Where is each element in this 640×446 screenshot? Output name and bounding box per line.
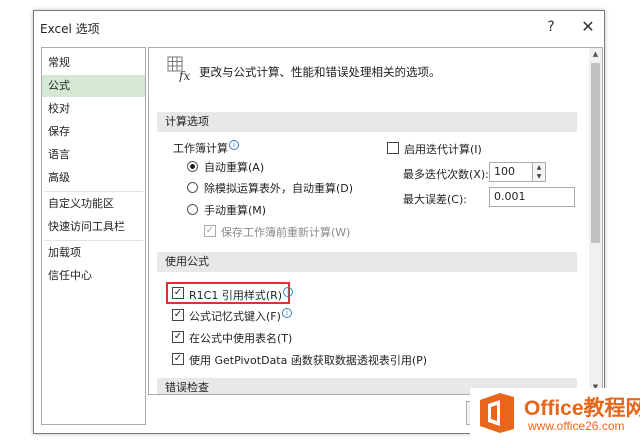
getpivotdata-label[interactable]: 使用 GetPivotData 函数获取数据透视表引用(P) xyxy=(189,352,427,368)
section-working-with-formulas: 使用公式 xyxy=(157,252,577,272)
watermark-title: Office教程网 xyxy=(524,397,640,420)
radio-automatic-except-tables[interactable] xyxy=(187,182,198,193)
sidebar-item-language[interactable]: 语言 xyxy=(42,144,145,166)
radio-automatic-except-tables-label[interactable]: 除模拟运算表外，自动重算(D) xyxy=(204,180,353,196)
sidebar-item-save[interactable]: 保存 xyxy=(42,121,145,143)
workbook-calc-text: 工作簿计算 xyxy=(173,142,228,155)
checkbox-iterative-calc[interactable] xyxy=(387,142,399,154)
radio-manual-label[interactable]: 手动重算(M) xyxy=(204,202,266,218)
dialog-title: Excel 选项 xyxy=(40,22,100,36)
title-bar: Excel 选项 ? ✕ xyxy=(34,11,604,45)
options-sidebar: 常规 公式 校对 保存 语言 高级 自定义功能区 快速访问工具栏 加载项 信任中… xyxy=(41,47,146,425)
formula-icon-text: fx xyxy=(178,69,190,82)
r1c1-text: R1C1 引用样式(R) xyxy=(189,289,283,302)
page-header: 更改与公式计算、性能和错误处理相关的选项。 xyxy=(199,65,441,79)
max-iterations-label: 最多迭代次数(X): xyxy=(403,168,489,181)
max-iterations-spinner[interactable]: ▲ ▼ xyxy=(532,162,546,182)
checkbox-r1c1[interactable]: ✓ xyxy=(172,287,184,299)
close-button[interactable]: ✕ xyxy=(578,18,598,36)
formula-autocomplete-label[interactable]: 公式记忆式键入(F) i xyxy=(189,308,292,324)
sidebar-divider xyxy=(44,191,143,192)
scroll-up-icon[interactable]: ▲ xyxy=(589,48,602,61)
formula-autocomplete-text: 公式记忆式键入(F) xyxy=(189,310,281,323)
sidebar-item-customize-ribbon[interactable]: 自定义功能区 xyxy=(42,193,145,215)
checkbox-getpivotdata[interactable]: ✓ xyxy=(172,353,184,365)
sidebar-item-advanced[interactable]: 高级 xyxy=(42,167,145,189)
info-icon: i xyxy=(229,140,239,150)
sidebar-item-general[interactable]: 常规 xyxy=(42,52,145,74)
max-change-input[interactable]: 0.001 xyxy=(489,187,575,207)
r1c1-label[interactable]: R1C1 引用样式(R) i xyxy=(189,287,294,303)
radio-automatic[interactable] xyxy=(187,161,198,172)
content-scrollbar[interactable]: ▲ ▼ xyxy=(589,48,602,394)
info-icon: i xyxy=(283,287,294,297)
office-logo-icon xyxy=(480,393,514,433)
checkbox-recalc-before-save: ✓ xyxy=(204,225,216,237)
max-change-label: 最大误差(C): xyxy=(403,193,467,206)
section-calculation-options: 计算选项 xyxy=(157,112,577,132)
help-button[interactable]: ? xyxy=(542,18,560,36)
excel-options-dialog: Excel 选项 ? ✕ 常规 公式 校对 保存 语言 高级 自定义功能区 快速… xyxy=(33,10,605,434)
recalc-before-save-label: 保存工作簿前重新计算(W) xyxy=(221,226,351,239)
spin-down-icon[interactable]: ▼ xyxy=(533,172,545,181)
sidebar-divider xyxy=(44,240,143,241)
checkbox-table-names[interactable]: ✓ xyxy=(172,331,184,343)
max-iterations-input[interactable]: 100 xyxy=(489,162,533,182)
sidebar-item-quick-access-toolbar[interactable]: 快速访问工具栏 xyxy=(42,216,145,238)
sidebar-item-formulas[interactable]: 公式 xyxy=(42,75,145,97)
iterative-calc-label[interactable]: 启用迭代计算(I) xyxy=(404,141,482,157)
radio-automatic-label[interactable]: 自动重算(A) xyxy=(204,159,264,175)
checkbox-formula-autocomplete[interactable]: ✓ xyxy=(172,309,184,321)
options-content-pane: fx 更改与公式计算、性能和错误处理相关的选项。 计算选项 工作簿计算 i 自动重… xyxy=(148,47,603,395)
watermark: Office教程网 www.office26.com xyxy=(470,388,640,442)
info-icon: i xyxy=(281,308,292,318)
spin-up-icon[interactable]: ▲ xyxy=(533,163,545,172)
radio-manual[interactable] xyxy=(187,204,198,215)
sidebar-item-add-ins[interactable]: 加载项 xyxy=(42,242,145,264)
sidebar-item-proofing[interactable]: 校对 xyxy=(42,98,145,120)
watermark-url: www.office26.com xyxy=(528,419,625,433)
formula-icon: fx xyxy=(167,56,190,82)
sidebar-item-trust-center[interactable]: 信任中心 xyxy=(42,265,145,287)
workbook-calc-label: 工作簿计算 i xyxy=(173,140,239,156)
scroll-thumb[interactable] xyxy=(591,63,600,243)
table-names-label[interactable]: 在公式中使用表名(T) xyxy=(189,330,292,346)
